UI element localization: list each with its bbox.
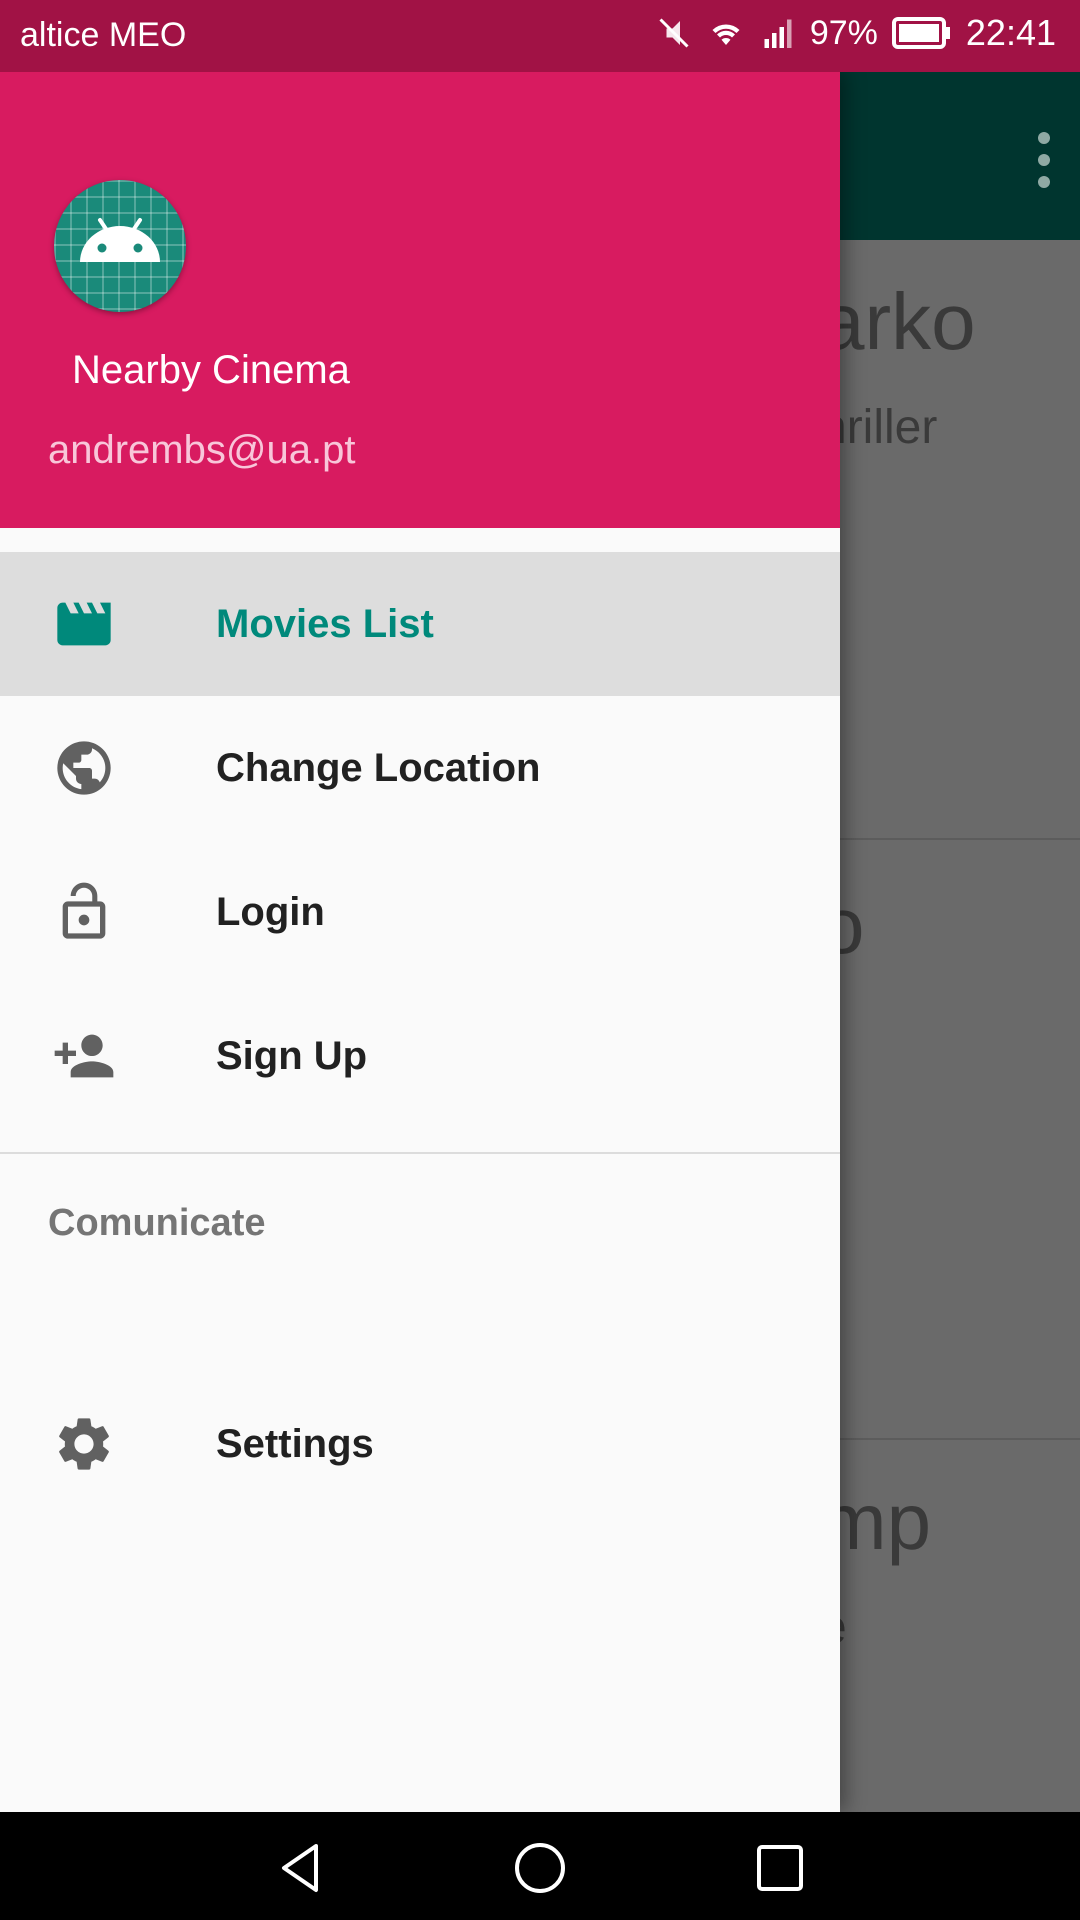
menu-item-label: Sign Up bbox=[216, 1033, 368, 1078]
drawer-section-menu: Settings bbox=[0, 1372, 840, 1516]
wifi-icon bbox=[712, 24, 740, 45]
menu-item-label: Change Location bbox=[216, 745, 541, 790]
menu-item-label: Movies List bbox=[216, 601, 434, 646]
overflow-menu-icon[interactable] bbox=[1038, 132, 1052, 188]
app-name: Nearby Cinema bbox=[72, 348, 350, 392]
status-bar: altice MEO 97% 22:41 bbox=[0, 0, 1080, 72]
battery-percent: 97% bbox=[809, 13, 878, 52]
section-title: Comunicate bbox=[48, 1202, 266, 1244]
menu-item-settings[interactable]: Settings bbox=[0, 1372, 840, 1516]
clock: 22:41 bbox=[965, 12, 1056, 53]
person-add-icon bbox=[54, 1034, 114, 1078]
menu-item-movies-list[interactable]: Movies List bbox=[0, 552, 840, 696]
drawer-header: Nearby Cinema andrembs@ua.pt bbox=[0, 72, 840, 528]
gear-icon bbox=[59, 1418, 109, 1470]
system-navigation-bar bbox=[0, 1812, 1080, 1920]
menu-item-login[interactable]: Login bbox=[0, 840, 840, 984]
avatar[interactable] bbox=[54, 180, 186, 312]
globe-icon bbox=[57, 741, 111, 795]
android-icon bbox=[80, 218, 160, 262]
recents-icon[interactable] bbox=[750, 1838, 810, 1898]
back-icon[interactable] bbox=[270, 1838, 330, 1898]
signal-icon bbox=[764, 19, 792, 48]
carrier-name: altice MEO bbox=[20, 16, 187, 54]
drawer-menu: Movies List Change Location Login Sign U… bbox=[0, 552, 840, 1128]
user-email: andrembs@ua.pt bbox=[48, 428, 356, 472]
movie-title: arko bbox=[820, 277, 976, 366]
movie-clapper-icon bbox=[57, 602, 111, 646]
divider bbox=[0, 1152, 840, 1154]
mute-icon bbox=[659, 18, 689, 48]
home-icon[interactable] bbox=[510, 1838, 570, 1898]
navigation-drawer: Nearby Cinema andrembs@ua.pt Movies List… bbox=[0, 72, 840, 1812]
menu-item-sign-up[interactable]: Sign Up bbox=[0, 984, 840, 1128]
battery-icon bbox=[891, 17, 950, 49]
lock-open-icon bbox=[62, 882, 106, 939]
menu-item-label: Settings bbox=[216, 1421, 374, 1466]
menu-item-label: Login bbox=[216, 889, 325, 934]
menu-item-change-location[interactable]: Change Location bbox=[0, 696, 840, 840]
